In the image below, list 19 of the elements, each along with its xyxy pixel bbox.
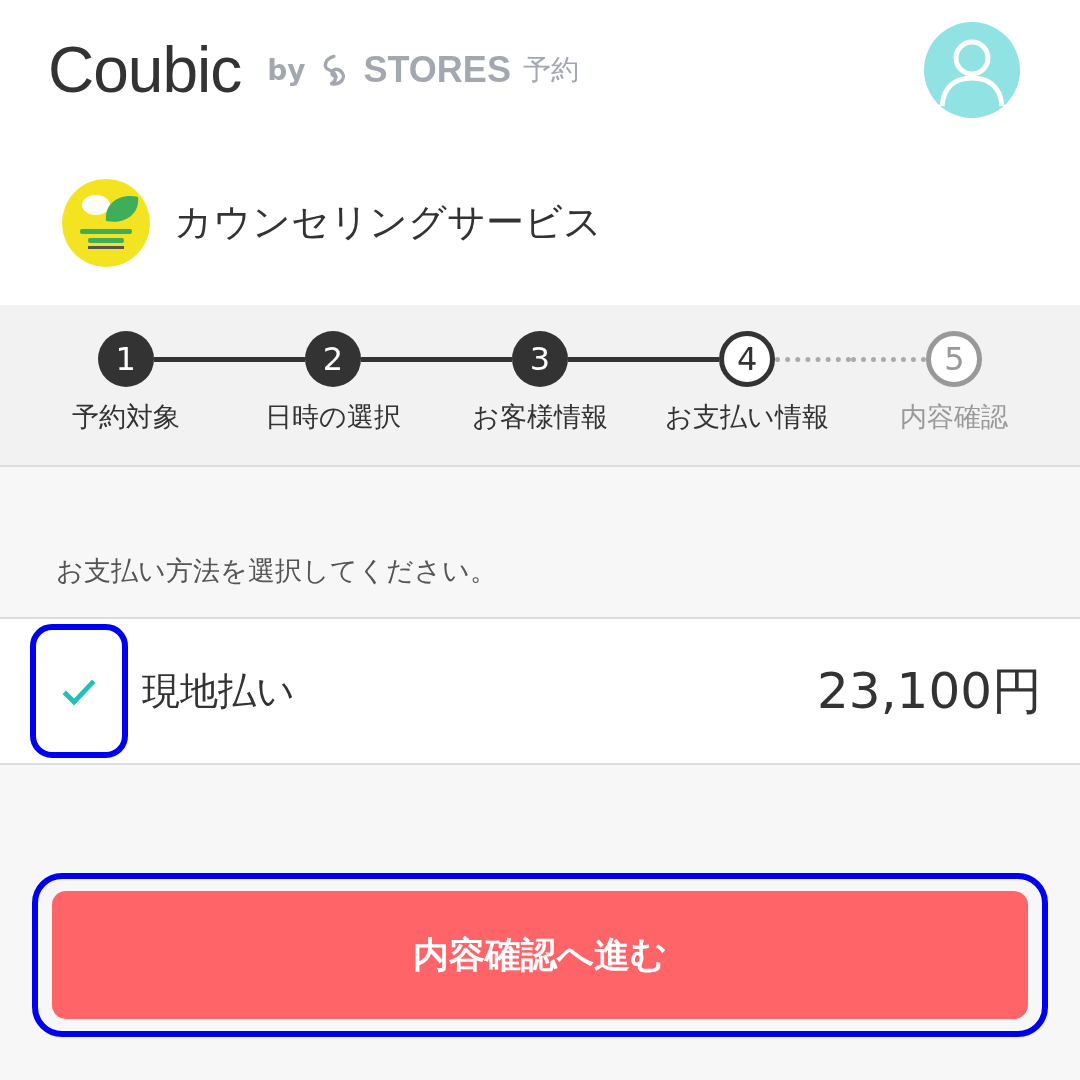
price-text: 23,100円 bbox=[817, 660, 1042, 722]
brand-logo: Coubic bbox=[48, 33, 242, 107]
step-number: 5 bbox=[926, 331, 983, 387]
step-number: 3 bbox=[512, 331, 568, 387]
step-label: 予約対象 bbox=[71, 400, 180, 434]
step-label: お客様情報 bbox=[472, 400, 608, 434]
payment-option[interactable]: 現地払い 23,100円 bbox=[0, 619, 1080, 765]
instruction-text: お支払い方法を選択してください。 bbox=[56, 554, 497, 588]
step-number: 2 bbox=[304, 331, 361, 387]
step-number: 1 bbox=[97, 331, 154, 387]
partner-suffix: 予約 bbox=[522, 52, 579, 88]
shop-name: カウンセリングサービス bbox=[174, 199, 602, 246]
shop-logo-icon bbox=[62, 178, 150, 267]
step-label: 内容確認 bbox=[900, 400, 1009, 434]
partner-logo: STORES bbox=[363, 49, 511, 91]
step-number: 4 bbox=[719, 331, 776, 387]
step-label: お支払い情報 bbox=[665, 400, 830, 434]
step-label: 日時の選択 bbox=[264, 400, 401, 434]
by-text: by bbox=[267, 53, 306, 87]
